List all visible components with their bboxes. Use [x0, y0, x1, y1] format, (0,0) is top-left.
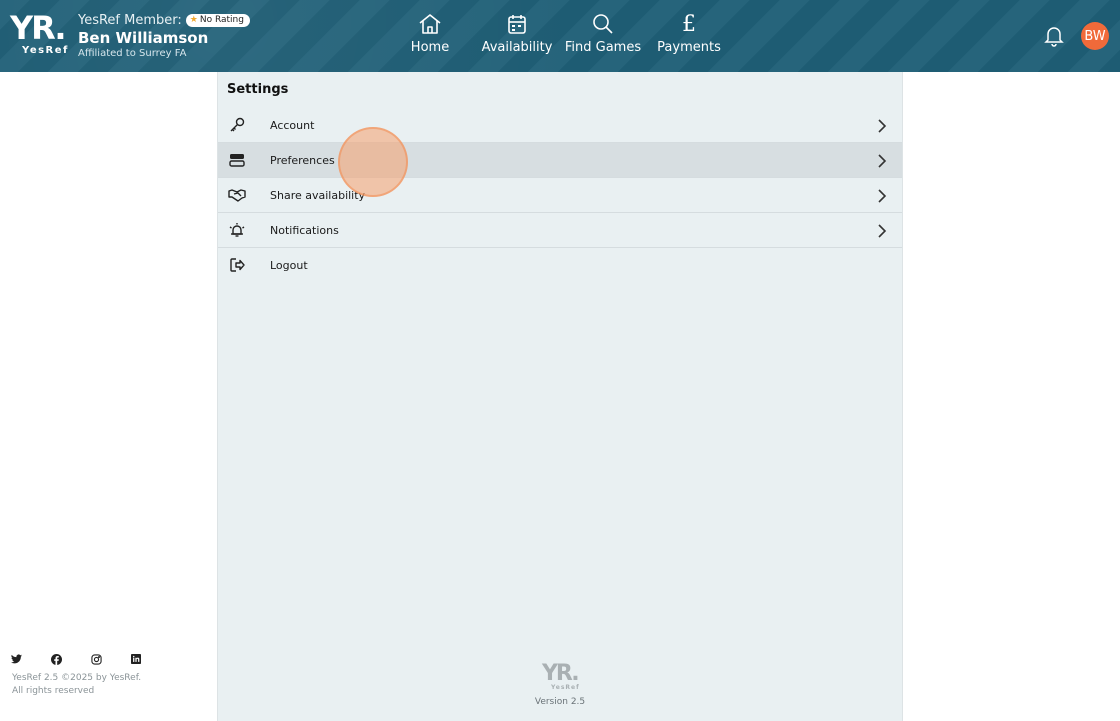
chevron-right-icon [875, 118, 889, 134]
copyright-line-1: YesRef 2.5 ©2025 by YesRef. [12, 673, 142, 683]
settings-item-label: Share availability [270, 188, 366, 202]
search-icon [592, 10, 614, 38]
key-icon [228, 117, 246, 133]
nav-home-label: Home [410, 40, 450, 55]
pound-icon: £ [682, 11, 696, 37]
instagram-icon[interactable] [91, 653, 131, 665]
settings-item-label: Logout [270, 259, 308, 272]
settings-item-preferences[interactable]: Preferences [218, 143, 902, 178]
member-label: YesRef Member: [78, 12, 182, 28]
rating-badge-label: No Rating [199, 15, 244, 25]
settings-item-label: Notifications [270, 223, 339, 237]
logout-icon [228, 257, 246, 273]
member-info: YesRef Member: ★ No Rating Ben Williamso… [78, 12, 250, 59]
handshake-icon [228, 187, 246, 203]
twitter-icon[interactable] [11, 653, 51, 665]
nav-find-games[interactable]: Find Games [560, 10, 646, 55]
settings-item-label: Account [270, 118, 315, 132]
linkedin-icon[interactable] [131, 653, 171, 665]
footer-logo: YR. YesRef [542, 661, 582, 692]
chevron-right-icon [875, 153, 889, 169]
calendar-icon [507, 10, 527, 38]
settings-item-share-availability[interactable]: Share availability [218, 178, 902, 213]
nav-payments[interactable]: £ Payments [646, 10, 732, 56]
facebook-icon[interactable] [51, 653, 91, 665]
settings-item-logout[interactable]: Logout [218, 248, 902, 283]
social-links [11, 653, 171, 665]
nav-home[interactable]: Home [387, 10, 473, 55]
logo-mark: YR. [10, 9, 67, 47]
footer-logo-mark: YR. [542, 661, 580, 686]
rating-badge: ★ No Rating [185, 13, 250, 27]
notifications-bell-icon[interactable] [1044, 25, 1064, 47]
nav-payments-label: Payments [657, 40, 721, 55]
chevron-right-icon [875, 188, 889, 204]
page-title: Settings [227, 82, 289, 97]
copyright-line-2: All rights reserved [12, 686, 95, 696]
chevron-right-icon [875, 223, 889, 239]
yesref-logo[interactable]: YR. YesRef [10, 12, 70, 58]
settings-item-notifications[interactable]: Notifications [218, 213, 902, 248]
settings-panel: Settings Account Preferences Share avail… [217, 72, 903, 721]
member-affiliation: Affiliated to Surrey FA [78, 48, 187, 59]
nav-availability-label: Availability [481, 40, 553, 55]
preferences-icon [228, 152, 246, 168]
alarm-bell-icon [228, 222, 246, 238]
logo-wordmark: YesRef [22, 45, 69, 56]
star-icon: ★ [189, 15, 198, 25]
settings-menu: Account Preferences Share availability N… [218, 108, 902, 283]
version-label: Version 2.5 [534, 697, 586, 707]
touch-indicator [338, 127, 408, 197]
settings-item-label: Preferences [270, 153, 335, 167]
settings-item-account[interactable]: Account [218, 108, 902, 143]
nav-availability[interactable]: Availability [474, 10, 560, 55]
nav-find-games-label: Find Games [564, 40, 642, 55]
home-icon [418, 10, 442, 38]
copyright: YesRef 2.5 ©2025 by YesRef. All rights r… [12, 672, 141, 698]
footer-logo-wordmark: YesRef [551, 684, 580, 691]
top-bar: YR. YesRef YesRef Member: ★ No Rating Be… [0, 0, 1120, 72]
member-name: Ben Williamson [78, 29, 209, 47]
avatar[interactable]: BW [1081, 22, 1109, 50]
